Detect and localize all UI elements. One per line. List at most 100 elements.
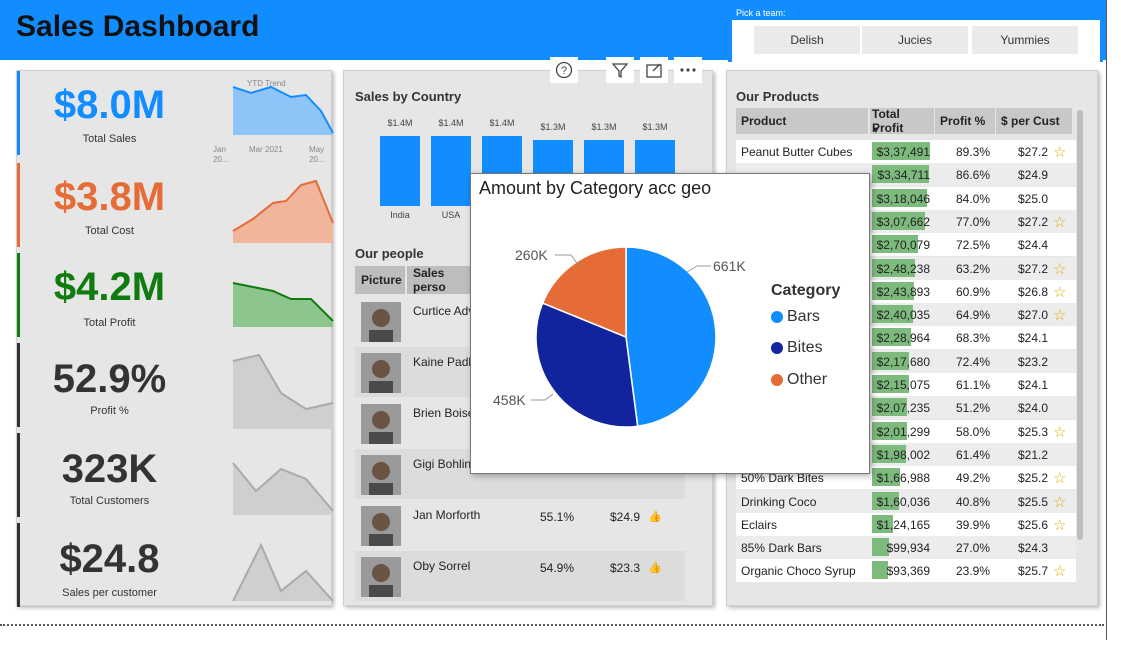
product-profit-pct: 72.5%	[955, 238, 990, 253]
kpi-sales-per-customer[interactable]: $24.8 Sales per customer	[17, 523, 334, 607]
country-bar-value: $1.3M	[591, 122, 617, 132]
product-profit-pct: 40.8%	[955, 494, 990, 509]
col-header-profit-pct[interactable]: Profit %	[935, 108, 995, 134]
customers-sparkline	[232, 462, 334, 515]
profit-pct-sparkline	[232, 353, 334, 429]
kpi-total-customers[interactable]: 323K Total Customers	[17, 433, 334, 517]
pie-slice-bars[interactable]	[625, 246, 717, 428]
product-profit-pct: 39.9%	[955, 517, 990, 532]
kpi-panel: $8.0M Total Sales YTD Trend Jan 20... Ma…	[16, 70, 334, 607]
country-bar[interactable]	[380, 136, 420, 206]
product-total-profit: $3,07,662	[876, 214, 930, 229]
product-total-profit: $1,60,036	[876, 494, 930, 509]
star-icon: ☆	[1053, 260, 1067, 278]
product-name: Peanut Butter Cubes	[741, 145, 853, 159]
product-row[interactable]: 85% Dark Bars $99,934 27.0% $24.3	[736, 536, 1076, 560]
product-row[interactable]: Peanut Butter Cubes $3,37,491 89.3% $27.2 ☆	[736, 140, 1076, 163]
country-bar[interactable]	[431, 136, 471, 206]
product-total-profit: $1,66,988	[876, 471, 930, 486]
product-total-profit: $2,48,238	[876, 261, 930, 276]
person-name: Oby Sorrel	[413, 559, 471, 573]
team-slicer: Pick a team: Delish Jucies Yummies	[728, 6, 1103, 64]
pie-label-other: 260K	[515, 247, 548, 263]
legend-item-bars[interactable]: Bars	[771, 308, 820, 326]
legend-item-other[interactable]: Other	[771, 371, 827, 389]
product-total-profit: $3,37,491	[876, 145, 930, 159]
legend-item-bites[interactable]: Bites	[771, 339, 823, 357]
kpi-value: $3.8M	[53, 175, 166, 219]
kpi-total-cost[interactable]: $3.8M Total Cost	[17, 163, 334, 247]
page-title: Sales Dashboard	[16, 10, 260, 43]
people-row[interactable]: Oby Sorrel 54.9% $23.3 👍	[355, 551, 685, 601]
kpi-total-sales[interactable]: $8.0M Total Sales YTD Trend Jan 20... Ma…	[17, 71, 334, 164]
product-profit-pct: 58.0%	[955, 424, 990, 439]
kpi-value: 323K	[61, 447, 158, 491]
canvas-edge	[1106, 0, 1107, 640]
team-button-jucies[interactable]: Jucies	[862, 26, 968, 54]
product-total-profit: $2,40,035	[876, 308, 930, 323]
person-name: Gigi Bohling	[413, 457, 478, 471]
team-button-delish[interactable]: Delish	[754, 26, 860, 54]
product-per-cust: $21.2	[1017, 447, 1048, 462]
product-profit-pct: 23.9%	[955, 564, 990, 579]
kpi-caption: Total Profit	[83, 317, 136, 329]
products-title: Our Products	[736, 89, 820, 104]
product-per-cust: $27.2	[1017, 214, 1048, 229]
star-icon: ☆	[1053, 516, 1067, 534]
people-header-picture[interactable]: Picture	[355, 266, 405, 294]
product-row[interactable]: Eclairs $1,24,165 39.9% $25.6 ☆	[736, 512, 1076, 536]
product-name: Drinking Coco	[741, 494, 817, 509]
product-total-profit: $3,34,711	[877, 168, 931, 183]
category-popup[interactable]: Amount by Category acc geo 260K 661K 458…	[470, 173, 870, 474]
legend-title: Category	[771, 282, 841, 299]
thumbs-up-icon: 👍	[648, 562, 662, 574]
people-header-salesperson[interactable]: Sales perso	[407, 266, 477, 294]
product-profit-pct: 51.2%	[955, 401, 990, 416]
product-profit-pct: 27.0%	[955, 541, 990, 556]
kpi-total-profit[interactable]: $4.2M Total Profit	[17, 253, 334, 337]
kpi-caption: Total Customers	[69, 495, 150, 507]
products-scrollbar[interactable]	[1077, 110, 1083, 540]
product-profit-pct: 49.2%	[955, 471, 990, 486]
thumbs-up-icon: 👍	[648, 511, 662, 523]
col-header-per-cust[interactable]: $ per Cust	[996, 108, 1072, 134]
product-row[interactable]: Organic Choco Syrup $93,369 23.9% $25.7 ☆	[736, 559, 1076, 583]
product-row[interactable]: Drinking Coco $1,60,036 40.8% $25.5 ☆	[736, 489, 1076, 513]
country-bar-value: $1.4M	[387, 118, 413, 128]
popup-title: Amount by Category acc geo	[479, 178, 712, 198]
legend-label: Bites	[787, 339, 823, 356]
filter-icon[interactable]	[606, 57, 634, 83]
product-per-cust: $24.0	[1017, 401, 1048, 416]
more-options-icon[interactable]	[674, 57, 702, 83]
product-per-cust: $24.1	[1017, 331, 1048, 346]
people-row[interactable]: Jan Morforth 55.1% $24.9 👍	[355, 500, 685, 550]
product-profit-pct: 72.4%	[955, 354, 990, 369]
trend-x-jan: Jan	[213, 145, 226, 154]
product-per-cust: $26.8	[1017, 284, 1048, 299]
product-profit-pct: 68.3%	[955, 331, 990, 346]
product-per-cust: $27.2	[1017, 145, 1048, 159]
kpi-caption: Total Cost	[85, 225, 134, 237]
help-icon[interactable]: ?	[550, 57, 578, 83]
product-profit-pct: 64.9%	[955, 308, 990, 323]
product-profit-pct: 63.2%	[955, 261, 990, 276]
product-per-cust: $24.4	[1017, 238, 1048, 253]
col-header-product[interactable]: Product	[736, 108, 868, 134]
category-pie-chart[interactable]	[526, 237, 726, 437]
pie-label-bars: 661K	[713, 258, 746, 274]
kpi-caption: Sales per customer	[62, 587, 157, 599]
kpi-profit-pct[interactable]: 52.9% Profit %	[17, 343, 334, 429]
team-button-yummies[interactable]: Yummies	[972, 26, 1078, 54]
person-photo	[361, 455, 401, 495]
product-total-profit: $1,24,165	[876, 517, 930, 532]
person-name: Jan Morforth	[413, 508, 481, 522]
product-total-profit: $2,07,235	[876, 401, 930, 416]
sales-trend-sparkline	[232, 85, 334, 135]
star-icon: ☆	[1053, 563, 1067, 581]
legend-dot	[771, 373, 783, 386]
product-name: Organic Choco Syrup	[741, 564, 856, 579]
product-name: Eclairs	[741, 517, 778, 532]
person-photo	[361, 506, 401, 546]
focus-mode-icon[interactable]	[640, 57, 668, 83]
legend-label: Other	[787, 371, 828, 388]
